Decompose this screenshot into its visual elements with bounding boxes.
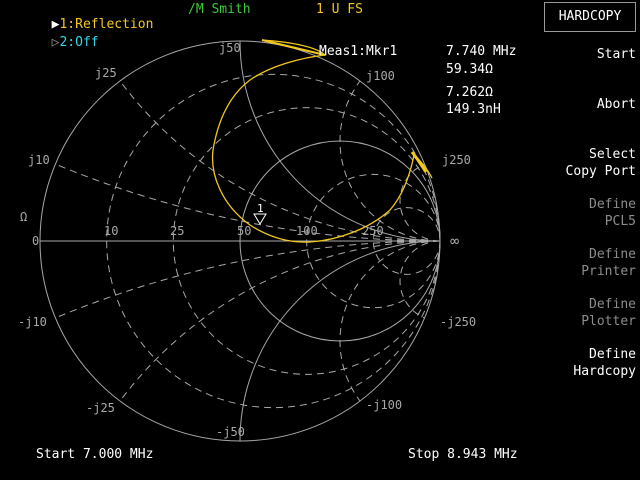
marker-triangle-icon[interactable] — [253, 213, 267, 225]
trace-thick-segment — [261, 39, 326, 56]
label-r100: 100 — [296, 224, 318, 238]
softkey-select-copy-port[interactable]: Select Copy Port — [566, 146, 636, 180]
smith-labels: 0 Ω ∞ 10 25 50 100 250 j10 j25 j50 j100 … — [18, 41, 476, 439]
marker-title: Meas1:Mkr1 — [319, 44, 398, 59]
label-j25: j25 — [95, 66, 117, 80]
softkey-abort-label: Abort — [596, 97, 636, 112]
softkey-abort[interactable]: Abort — [597, 96, 636, 113]
softkey-start[interactable]: Start — [597, 46, 636, 63]
softkey-label-line2: Copy Port — [565, 164, 636, 179]
softkey-label-line2: Hardcopy — [573, 364, 636, 379]
format-label: /M Smith — [188, 2, 251, 17]
marker-reactance: 7.262Ω — [446, 85, 493, 100]
scale-label: 1 U FS — [316, 2, 363, 17]
label-j100: j100 — [366, 69, 395, 83]
label-neg-j100: -j100 — [366, 398, 402, 412]
label-infinity: ∞ — [450, 232, 459, 250]
softkey-define-printer[interactable]: Define Printer — [581, 246, 636, 280]
label-neg-j50: -j50 — [216, 425, 245, 439]
label-r10: 10 — [104, 224, 118, 238]
channel2-indicator[interactable]: ▷2:Off — [36, 20, 99, 50]
label-ohm: Ω — [20, 210, 27, 224]
marker-frequency: 7.740 MHz — [446, 44, 517, 59]
label-neg-j25: -j25 — [86, 401, 115, 415]
label-j250: j250 — [442, 153, 471, 167]
start-frequency: Start 7.000 MHz — [36, 447, 154, 462]
reflection-trace — [211, 39, 433, 243]
softkey-define-pcl5[interactable]: Define PCL5 — [589, 196, 636, 230]
softkey-label-line1: Define — [589, 347, 636, 362]
softkey-start-label: Start — [596, 47, 636, 62]
softkey-define-hardcopy[interactable]: Define Hardcopy — [573, 346, 636, 380]
softkey-label-line1: Select — [589, 147, 636, 162]
softkey-label-line1: Define — [589, 247, 636, 262]
smith-chart: 0 Ω ∞ 10 25 50 100 250 j10 j25 j50 j100 … — [18, 39, 476, 442]
label-r50: 50 — [237, 224, 251, 238]
softkey-label-line2: PCL5 — [604, 214, 636, 229]
marker-inductance: 149.3nH — [446, 102, 501, 117]
stop-frequency: Stop 8.943 MHz — [408, 447, 518, 462]
smith-grid — [39, 40, 441, 442]
reactance-arc-pos-100 — [339, 80, 441, 242]
label-j50: j50 — [219, 41, 241, 55]
softkey-label-line2: Printer — [581, 264, 636, 279]
marker-number: 1 — [257, 202, 264, 215]
label-r25: 25 — [170, 224, 184, 238]
label-neg-j250: -j250 — [440, 315, 476, 329]
label-zero: 0 — [32, 234, 39, 248]
marker-1[interactable]: 1 — [253, 202, 267, 225]
marker-resistance: 59.34Ω — [446, 62, 493, 77]
softkey-label-line1: Define — [589, 197, 636, 212]
reactance-arc-neg-100 — [339, 240, 441, 402]
menu-title-hardcopy: HARDCOPY — [544, 2, 636, 32]
label-neg-j10: -j10 — [18, 315, 47, 329]
softkey-label-line2: Plotter — [581, 314, 636, 329]
label-j10: j10 — [28, 153, 50, 167]
channel2-label: 2:Off — [59, 35, 99, 50]
softkey-label-line1: Define — [589, 297, 636, 312]
softkey-define-plotter[interactable]: Define Plotter — [581, 296, 636, 330]
